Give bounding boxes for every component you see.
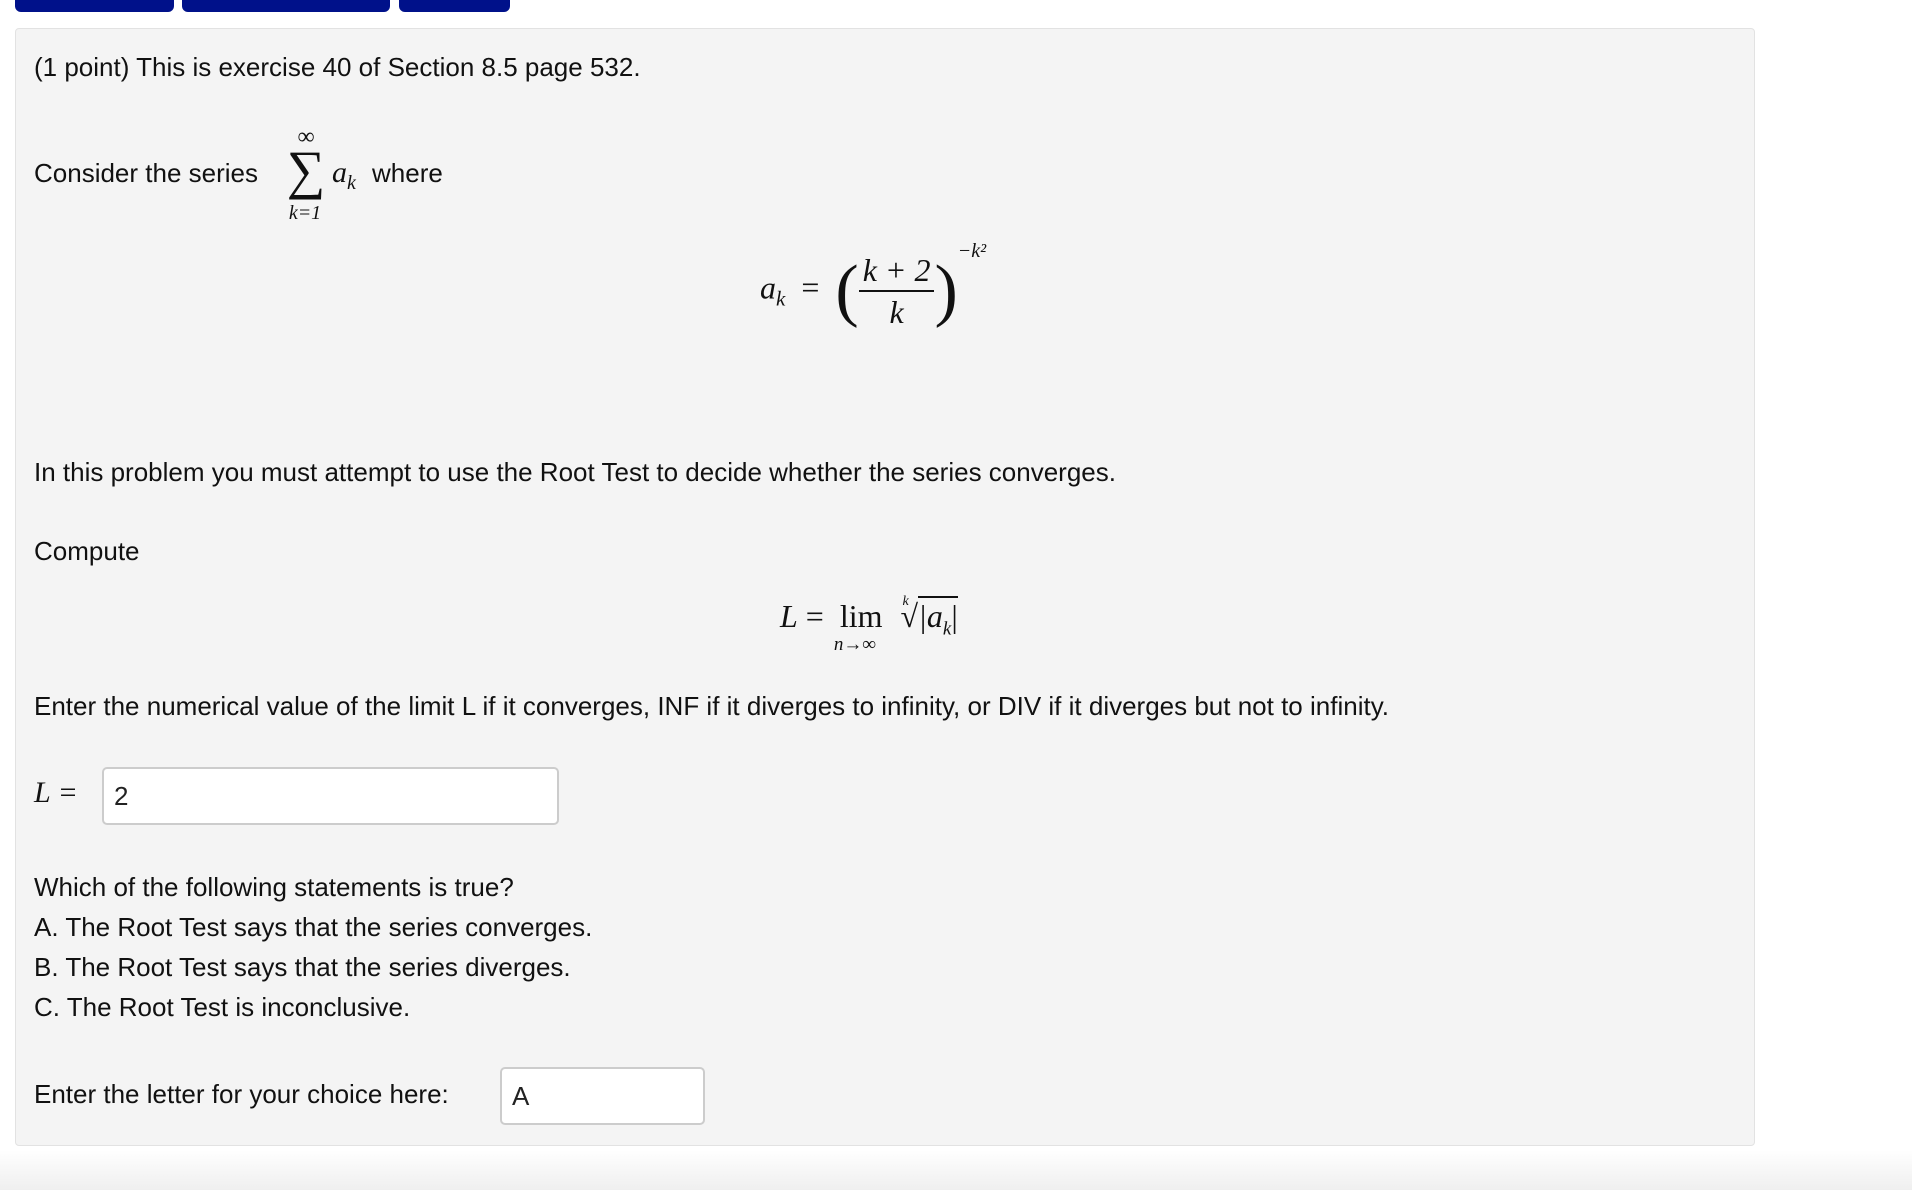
option-a: A. The Root Test says that the series co… bbox=[34, 912, 593, 942]
sum-lower: k=1 bbox=[288, 202, 322, 224]
sum-term: ak bbox=[332, 156, 356, 194]
nav-button-3[interactable] bbox=[399, 0, 510, 12]
problem-header: (1 point) This is exercise 40 of Section… bbox=[34, 52, 641, 82]
compute-label: Compute bbox=[34, 536, 140, 566]
choice-label: Enter the letter for your choice here: bbox=[34, 1079, 449, 1109]
consider-prefix: Consider the series bbox=[34, 158, 258, 188]
answer-label: L = bbox=[34, 776, 78, 809]
limit-answer-input[interactable]: 2 bbox=[102, 767, 559, 825]
option-c: C. The Root Test is inconclusive. bbox=[34, 992, 411, 1022]
consider-suffix: where bbox=[372, 158, 443, 188]
question-text: Which of the following statements is tru… bbox=[34, 872, 514, 902]
nav-button-1[interactable] bbox=[15, 0, 174, 12]
limit-formula: L = lim n→∞ k √|ak| bbox=[780, 594, 958, 655]
formula-ak: ak = (k + 2 k)−k² bbox=[760, 239, 987, 330]
enter-value-text: Enter the numerical value of the limit L… bbox=[34, 691, 1389, 721]
sigma-icon: ∑ bbox=[286, 140, 326, 200]
option-b: B. The Root Test says that the series di… bbox=[34, 952, 571, 982]
choice-input[interactable]: A bbox=[500, 1067, 705, 1125]
nav-button-2[interactable] bbox=[182, 0, 390, 12]
instruction-text: In this problem you must attempt to use … bbox=[34, 457, 1116, 487]
